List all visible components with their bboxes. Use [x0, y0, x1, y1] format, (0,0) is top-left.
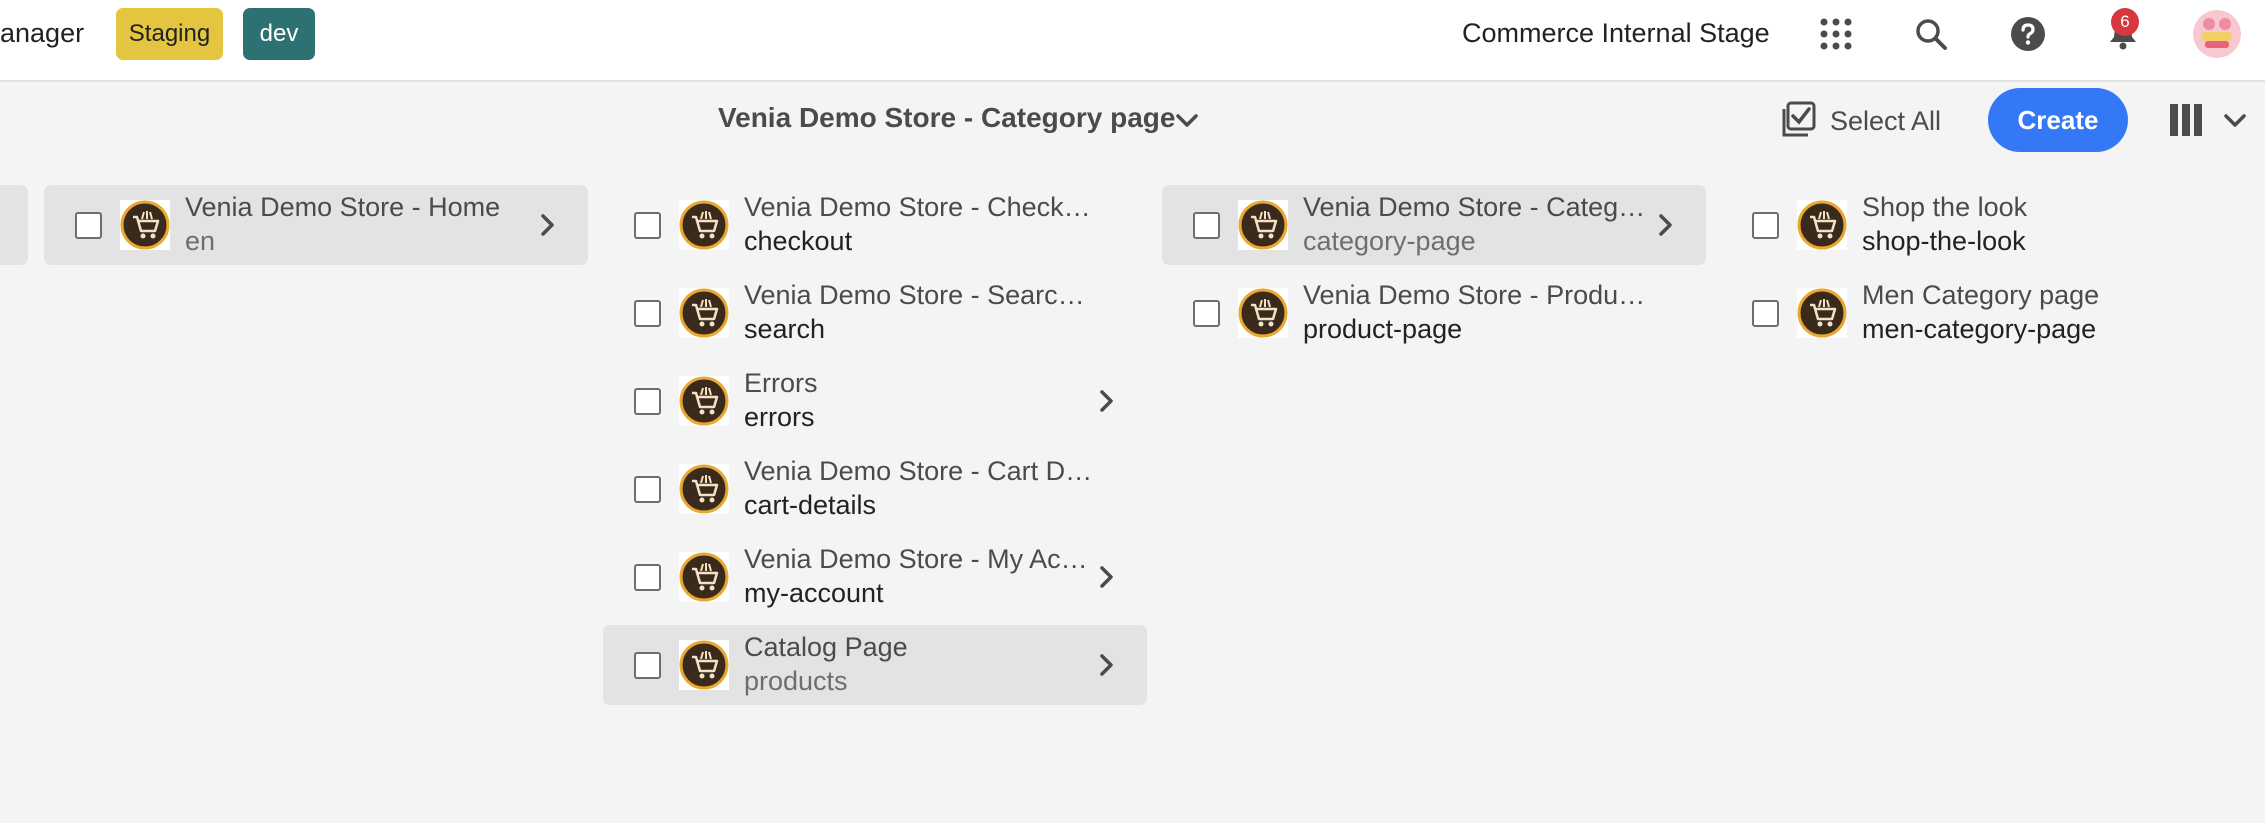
item-title: Venia Demo Store - Cart Details	[744, 456, 1096, 486]
column-item[interactable]: Venia Demo Store - Search Re... search	[603, 273, 1147, 353]
item-checkbox[interactable]	[634, 388, 661, 415]
item-name: search	[744, 314, 826, 344]
search-icon[interactable]	[1909, 12, 1953, 56]
chevron-right-icon[interactable]	[1652, 211, 1680, 239]
item-title: Catalog Page	[744, 632, 908, 662]
item-checkbox[interactable]	[75, 212, 102, 239]
column-item[interactable]: Venia Demo Store - Product p... product-p…	[1162, 273, 1706, 353]
column-view-icon[interactable]	[2166, 100, 2206, 140]
item-checkbox[interactable]	[1752, 212, 1779, 239]
item-title: Venia Demo Store - Home	[185, 192, 501, 222]
column-item[interactable]: Men Category page men-category-page	[1721, 273, 2265, 353]
store-cart-thumbnail-icon	[679, 640, 729, 690]
chevron-right-icon[interactable]	[1093, 651, 1121, 679]
item-checkbox[interactable]	[634, 212, 661, 239]
store-cart-thumbnail-icon	[1797, 200, 1847, 250]
column-item[interactable]: Venia Demo Store - Cart Details cart-deta…	[603, 449, 1147, 529]
chevron-right-icon[interactable]	[1093, 387, 1121, 415]
item-title: Venia Demo Store - Category ...	[1303, 192, 1655, 222]
select-all-checkbox-icon	[1782, 101, 1816, 142]
store-cart-thumbnail-icon	[1238, 200, 1288, 250]
item-title: Men Category page	[1862, 280, 2100, 310]
item-name: category-page	[1303, 226, 1476, 256]
column-item[interactable]: Venia Demo Store - Checkout checkout	[603, 185, 1147, 265]
column-item[interactable]: Catalog Page products	[603, 625, 1147, 705]
item-name: errors	[744, 402, 815, 432]
chevron-right-icon[interactable]	[1093, 563, 1121, 591]
store-cart-thumbnail-icon	[1797, 288, 1847, 338]
item-checkbox[interactable]	[634, 300, 661, 327]
item-checkbox[interactable]	[1752, 300, 1779, 327]
item-name: checkout	[744, 226, 853, 256]
chevron-right-icon[interactable]	[534, 211, 562, 239]
item-name: men-category-page	[1862, 314, 2097, 344]
notification-count-badge: 6	[2111, 8, 2139, 36]
env-badge-dev[interactable]: dev	[243, 8, 315, 60]
store-cart-thumbnail-icon	[679, 376, 729, 426]
item-checkbox[interactable]	[634, 476, 661, 503]
select-all-button[interactable]: Select All	[1782, 101, 1941, 141]
previous-column-item[interactable]	[0, 185, 28, 265]
store-cart-thumbnail-icon	[120, 200, 170, 250]
store-cart-thumbnail-icon	[679, 200, 729, 250]
store-cart-thumbnail-icon	[679, 552, 729, 602]
item-name: cart-details	[744, 490, 877, 520]
view-options-chevron-icon[interactable]	[2220, 106, 2250, 136]
item-checkbox[interactable]	[1193, 300, 1220, 327]
item-name: my-account	[744, 578, 884, 608]
column-item[interactable]: Shop the look shop-the-look	[1721, 185, 2265, 265]
item-title: Venia Demo Store - Product p...	[1303, 280, 1655, 310]
item-checkbox[interactable]	[1193, 212, 1220, 239]
column-item[interactable]: Venia Demo Store - My Acco... my-account	[603, 537, 1147, 617]
store-cart-thumbnail-icon	[679, 288, 729, 338]
item-name: shop-the-look	[1862, 226, 2026, 256]
org-switcher[interactable]: Commerce Internal Stage	[1462, 18, 1770, 49]
item-title: Venia Demo Store - Checkout	[744, 192, 1096, 222]
select-all-label: Select All	[1830, 105, 1942, 136]
item-title: Venia Demo Store - Search Re...	[744, 280, 1096, 310]
item-title: Venia Demo Store - My Acco...	[744, 544, 1096, 574]
apps-grid-icon[interactable]	[1814, 12, 1858, 56]
store-cart-thumbnail-icon	[679, 464, 729, 514]
item-name: product-page	[1303, 314, 1463, 344]
top-header: anager Staging dev Commerce Internal Sta…	[0, 0, 2265, 82]
create-button[interactable]: Create	[1988, 88, 2128, 152]
page-title: Venia Demo Store - Category page	[718, 102, 1176, 133]
column-item[interactable]: Venia Demo Store - Home en	[44, 185, 588, 265]
chevron-down-icon[interactable]	[1172, 106, 1202, 136]
env-badge-staging[interactable]: Staging	[116, 8, 223, 60]
item-checkbox[interactable]	[634, 564, 661, 591]
column-item[interactable]: Errors errors	[603, 361, 1147, 441]
item-title: Shop the look	[1862, 192, 2028, 222]
item-title: Errors	[744, 368, 818, 398]
item-name: products	[744, 666, 848, 696]
help-icon[interactable]	[2006, 12, 2050, 56]
user-avatar[interactable]	[2193, 10, 2241, 58]
column-item[interactable]: Venia Demo Store - Category ... category-…	[1162, 185, 1706, 265]
item-name: en	[185, 226, 216, 256]
store-cart-thumbnail-icon	[1238, 288, 1288, 338]
app-name[interactable]: anager	[0, 18, 84, 49]
item-checkbox[interactable]	[634, 652, 661, 679]
